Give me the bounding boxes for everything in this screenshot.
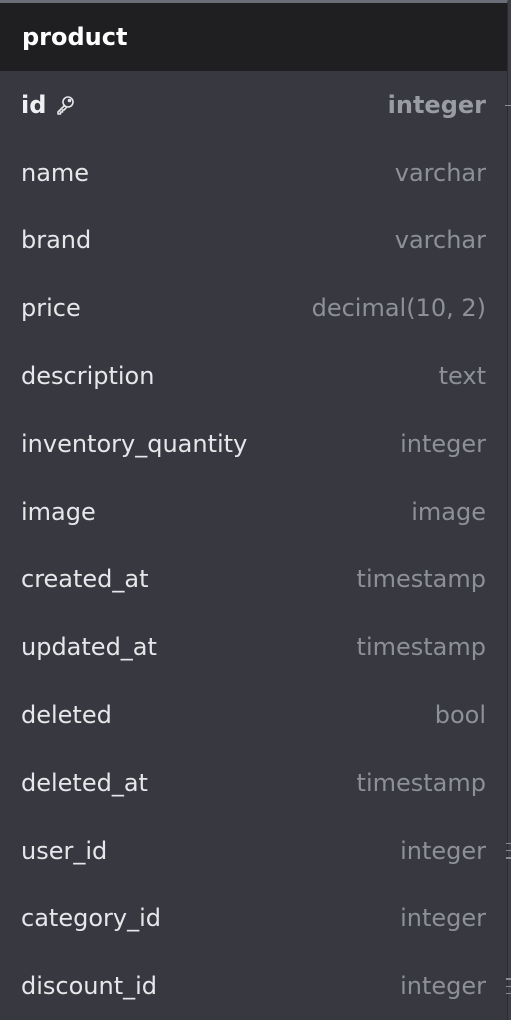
field-row-updated-at[interactable]: updated_at timestamp	[0, 613, 507, 681]
field-type: integer	[387, 90, 486, 119]
field-row-discount-id[interactable]: discount_id integer	[0, 952, 511, 1020]
field-name: category_id	[21, 904, 161, 933]
field-type: integer	[400, 972, 486, 1001]
connector-handle-icon[interactable]	[505, 842, 511, 859]
field-type: integer	[400, 904, 486, 933]
field-type: varchar	[394, 158, 486, 187]
field-name: price	[21, 294, 81, 323]
field-row-id[interactable]: id integer	[0, 71, 511, 139]
field-name: user_id	[21, 836, 108, 865]
field-type: varchar	[394, 226, 486, 255]
field-row-inventory-quantity[interactable]: inventory_quantity integer	[0, 410, 507, 478]
field-type: integer	[400, 429, 486, 458]
field-name: id	[21, 91, 76, 119]
key-icon	[54, 94, 76, 116]
field-row-user-id[interactable]: user_id integer	[0, 817, 511, 885]
field-name: name	[21, 158, 90, 187]
field-row-category-id[interactable]: category_id integer	[0, 885, 507, 953]
field-type: image	[411, 497, 486, 526]
field-type: decimal(10, 2)	[311, 294, 486, 323]
field-type: timestamp	[356, 633, 486, 662]
table-node-product[interactable]: product id integer name varchar brand va…	[0, 0, 511, 1020]
field-type: timestamp	[356, 768, 486, 797]
field-type: bool	[434, 701, 486, 730]
field-row-price[interactable]: price decimal(10, 2)	[0, 274, 507, 342]
field-type: text	[438, 362, 486, 391]
field-list: id integer name varchar brand varchar pr…	[0, 71, 511, 1020]
field-type: integer	[400, 836, 486, 865]
field-row-image[interactable]: image image	[0, 478, 507, 546]
field-name: brand	[21, 226, 92, 255]
field-row-name[interactable]: name varchar	[0, 139, 507, 207]
field-row-brand[interactable]: brand varchar	[0, 207, 507, 275]
field-row-deleted[interactable]: deleted bool	[0, 681, 507, 749]
field-name: deleted_at	[21, 768, 148, 797]
table-title: product	[22, 23, 128, 51]
connector-handle-icon[interactable]	[505, 104, 511, 107]
field-row-deleted-at[interactable]: deleted_at timestamp	[0, 749, 507, 817]
field-name: discount_id	[21, 972, 158, 1001]
field-name: inventory_quantity	[21, 429, 248, 458]
field-name: created_at	[21, 565, 149, 594]
field-name: updated_at	[21, 633, 157, 662]
field-type: timestamp	[356, 565, 486, 594]
field-name: deleted	[21, 701, 112, 730]
field-name: image	[21, 497, 96, 526]
table-header[interactable]: product	[0, 3, 507, 71]
field-row-created-at[interactable]: created_at timestamp	[0, 546, 507, 614]
field-row-description[interactable]: description text	[0, 342, 507, 410]
connector-handle-icon[interactable]	[505, 978, 511, 995]
field-name: description	[21, 362, 155, 391]
